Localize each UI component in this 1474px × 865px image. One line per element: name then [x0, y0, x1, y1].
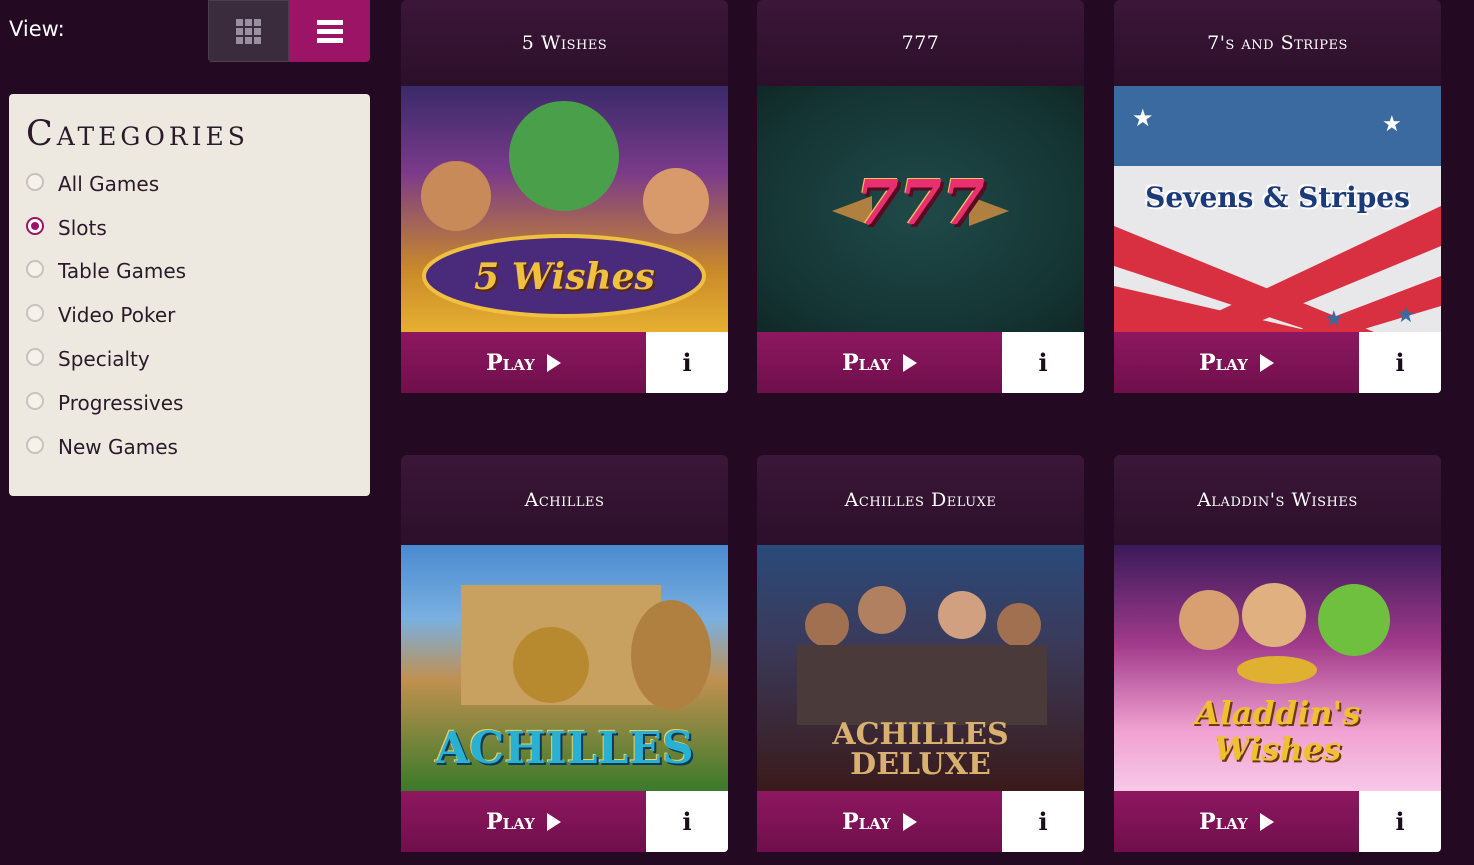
category-video-poker[interactable]: Video Poker [26, 293, 353, 337]
info-button[interactable]: i [1002, 332, 1084, 393]
game-logo-text: ACHILLES [435, 723, 694, 774]
game-title: 777 [757, 0, 1084, 86]
category-label: Video Poker [58, 303, 176, 328]
radio-button[interactable] [26, 304, 44, 323]
svg-text:★: ★ [1396, 302, 1416, 327]
game-thumbnail[interactable]: 777 [757, 86, 1084, 332]
category-progressives[interactable]: Progressives [26, 381, 353, 425]
category-table-games[interactable]: Table Games [26, 250, 353, 294]
radio-button[interactable] [26, 260, 44, 279]
play-icon [546, 353, 561, 372]
game-title: 7's and Stripes [1114, 0, 1441, 86]
play-icon [1259, 812, 1274, 831]
play-icon [1259, 353, 1274, 372]
svg-text:★: ★ [1324, 306, 1344, 331]
category-specialty[interactable]: Specialty [26, 337, 353, 381]
play-button[interactable]: Play [757, 332, 1002, 393]
category-label: All Games [58, 171, 160, 196]
info-button[interactable]: i [1002, 791, 1084, 852]
game-card-7s-and-stripes: 7's and Stripes ★ ★ ★ ★ Sevens & Stripes… [1114, 0, 1441, 393]
grid-icon [236, 18, 261, 44]
radio-button[interactable] [26, 172, 44, 191]
game-logo-text: 5 Wishes [474, 256, 655, 298]
category-slots[interactable]: Slots [26, 206, 353, 250]
game-title: Achilles Deluxe [757, 455, 1084, 545]
play-label: Play [842, 349, 891, 376]
category-label: Slots [58, 215, 107, 240]
category-new-games[interactable]: New Games [26, 425, 353, 469]
category-label: Table Games [58, 259, 187, 284]
play-label: Play [1199, 808, 1248, 835]
category-label: Progressives [58, 390, 184, 415]
game-logo-text: ACHILLES DELUXE [832, 717, 1009, 782]
play-button[interactable]: Play [401, 332, 646, 393]
game-card-achilles-deluxe: Achilles Deluxe ACHILLES DELUXE Play i [757, 455, 1084, 852]
game-logo-text: Aladdin's Wishes [1194, 694, 1361, 768]
radio-button[interactable] [26, 348, 44, 367]
radio-button[interactable] [26, 391, 44, 410]
game-card-777: 777 777 Play i [757, 0, 1084, 393]
play-label: Play [486, 349, 535, 376]
game-card-achilles: Achilles ACHILLES Play i [401, 455, 728, 852]
play-icon [546, 812, 561, 831]
radio-button[interactable] [26, 216, 44, 235]
category-label: New Games [58, 434, 178, 459]
categories-title: Categories [26, 114, 249, 154]
play-label: Play [842, 808, 891, 835]
play-label: Play [486, 808, 535, 835]
info-button[interactable]: i [1359, 791, 1441, 852]
list-icon [316, 19, 343, 43]
info-button[interactable]: i [646, 332, 728, 393]
game-thumbnail[interactable]: ACHILLES DELUXE [757, 545, 1084, 791]
game-thumbnail[interactable]: ★ ★ ★ ★ Sevens & Stripes [1114, 86, 1441, 332]
radio-button[interactable] [26, 435, 44, 454]
category-all-games[interactable]: All Games [26, 162, 353, 206]
svg-text:★: ★ [1382, 111, 1402, 136]
grid-view-button[interactable] [208, 0, 289, 62]
info-button[interactable]: i [646, 791, 728, 852]
play-icon [902, 353, 917, 372]
game-title: Achilles [401, 455, 728, 545]
game-logo-text: Sevens & Stripes [1145, 181, 1410, 214]
play-button[interactable]: Play [757, 791, 1002, 852]
categories-panel: Categories All Games Slots Table Games V… [9, 94, 370, 496]
game-title: Aladdin's Wishes [1114, 455, 1441, 545]
play-button[interactable]: Play [1114, 791, 1359, 852]
view-toggle [208, 0, 370, 62]
info-button[interactable]: i [1359, 332, 1441, 393]
game-card-aladdins-wishes: Aladdin's Wishes Aladdin's Wishes Play i [1114, 455, 1441, 852]
play-icon [902, 812, 917, 831]
view-label: View: [9, 17, 65, 41]
game-thumbnail[interactable]: Aladdin's Wishes [1114, 545, 1441, 791]
game-logo-text: 777 [855, 166, 986, 239]
svg-text:★: ★ [1132, 105, 1154, 132]
play-button[interactable]: Play [1114, 332, 1359, 393]
play-button[interactable]: Play [401, 791, 646, 852]
game-thumbnail[interactable]: 5 Wishes [401, 86, 728, 332]
category-label: Specialty [58, 347, 150, 372]
play-label: Play [1199, 349, 1248, 376]
game-card-5-wishes: 5 Wishes 5 Wishes Play i [401, 0, 728, 393]
game-thumbnail[interactable]: ACHILLES [401, 545, 728, 791]
list-view-button[interactable] [289, 0, 370, 62]
game-title: 5 Wishes [401, 0, 728, 86]
